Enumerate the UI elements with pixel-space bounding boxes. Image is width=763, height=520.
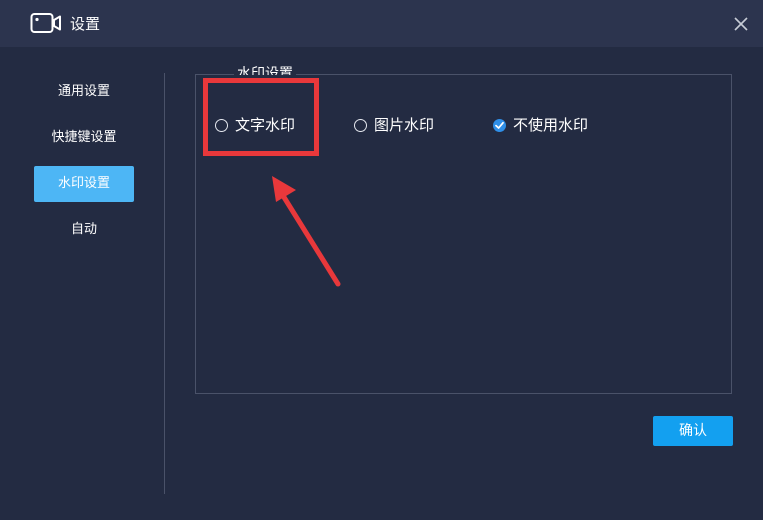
group-title: 水印设置 — [234, 66, 296, 75]
title-bar: 设置 — [0, 0, 763, 47]
sidebar-item-shortcuts[interactable]: 快捷键设置 — [34, 120, 134, 156]
sidebar-item-auto[interactable]: 自动 — [34, 212, 134, 248]
option-label: 图片水印 — [374, 116, 435, 134]
confirm-button[interactable]: 确认 — [653, 416, 733, 446]
video-camera-icon — [30, 13, 61, 33]
sidebar-divider — [164, 73, 165, 494]
sidebar-item-watermark[interactable]: 水印设置 — [34, 166, 134, 202]
radio-checked-icon[interactable] — [493, 118, 506, 132]
window-title: 设置 — [70, 15, 101, 33]
radio-unchecked-icon[interactable] — [354, 118, 367, 132]
annotation-highlight-box — [203, 78, 319, 156]
annotation-arrow-icon — [272, 176, 341, 287]
sidebar-item-general[interactable]: 通用设置 — [34, 74, 134, 110]
settings-sidebar: 通用设置 快捷键设置 水印设置 自动 — [0, 47, 165, 520]
option-label: 不使用水印 — [513, 116, 589, 134]
close-icon[interactable] — [730, 13, 752, 35]
check-icon — [495, 121, 504, 129]
option-image-watermark[interactable]: 图片水印 — [354, 114, 434, 136]
option-no-watermark[interactable]: 不使用水印 — [493, 114, 588, 136]
